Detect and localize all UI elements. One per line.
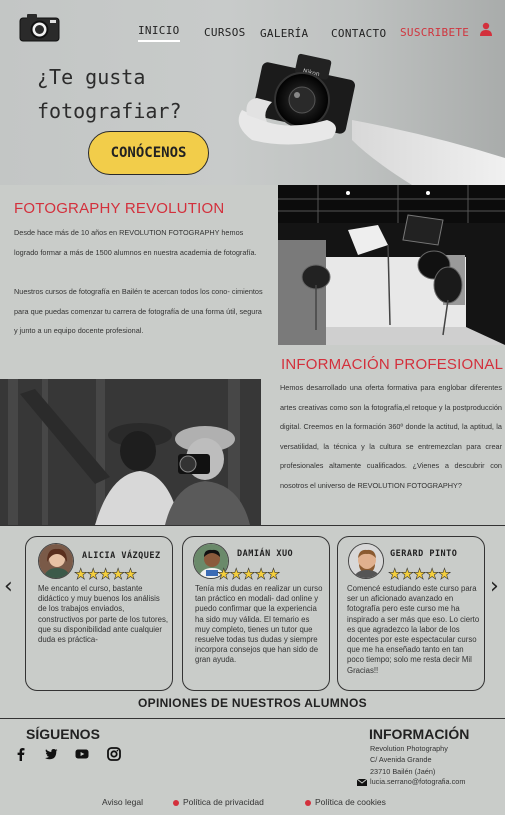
about-paragraph-1: Desde hace más de 10 años en REVOLUTION … (14, 228, 257, 257)
footer-link-privacidad[interactable]: Política de privacidad (173, 797, 264, 807)
star-rating: ★★★★★ (74, 565, 138, 584)
info-heading: INFORMACIÓN (369, 726, 470, 742)
bullet-icon (173, 799, 179, 806)
review-text: Tenía mis dudas en realizar un curso tan… (195, 584, 323, 665)
facebook-icon[interactable] (14, 747, 28, 761)
info-pro-title: INFORMACIÓN PROFESIONAL (281, 356, 504, 373)
photographers-forest-photo (0, 379, 261, 525)
hero-section: INICIO CURSOS GALERÍA CONTACTO SUSCRIBET… (0, 0, 505, 185)
reviewer-name: DAMIÁN XUO (237, 549, 294, 559)
about-title: FOTOGRAPHY REVOLUTION (14, 200, 225, 217)
studio-photo (278, 185, 505, 345)
conocenos-button[interactable]: CONÓCENOS (88, 131, 209, 175)
testimonial-card: ALICIA VÁZQUEZ ★★★★★ Me encanto el curso… (25, 536, 173, 691)
info-line: C/ Avenida Grande (370, 755, 432, 765)
user-icon[interactable] (479, 22, 493, 37)
camera-logo-icon[interactable] (19, 12, 60, 42)
bullet-icon (305, 799, 311, 806)
contact-info: Revolution Photography C/ Avenida Grande… (370, 743, 448, 777)
testimonial-card: DAMIÁN XUO ★★★★★ Tenía mis dudas en real… (182, 536, 330, 691)
nav-inicio[interactable]: INICIO (138, 24, 180, 42)
star-rating: ★★★★★ (388, 565, 452, 584)
reviewer-name: ALICIA VÁZQUEZ (82, 551, 161, 561)
footer-link-label: Política de cookies (315, 797, 386, 807)
info-pro-paragraph: Hemos desarrollado una oferta formativa … (280, 383, 502, 490)
review-text: Me encanto el curso, bastante didáctico … (38, 584, 169, 645)
avatar (348, 543, 384, 579)
email-link[interactable]: lucia.serrano@fotografia.com (370, 777, 465, 786)
info-line: 23710 Bailén (Jaén) (370, 766, 436, 776)
testimonials-heading: OPINIONES DE NUESTROS ALUMNOS (138, 696, 367, 710)
footer-link-cookies[interactable]: Política de cookies (305, 797, 386, 807)
hero-title: ¿Te gusta fotografiar? (37, 65, 182, 123)
carousel-prev-button[interactable]: ‹ (4, 574, 13, 599)
avatar (38, 543, 74, 579)
footer-link-aviso-legal[interactable]: Aviso legal (102, 797, 143, 807)
about-paragraph-2: Nuestros cursos de fotografía en Bailén … (14, 287, 263, 335)
nav-contacto[interactable]: CONTACTO (331, 27, 386, 40)
nav-galeria[interactable]: GALERÍA (260, 27, 308, 40)
reviewer-name: GERARD PINTO (390, 549, 458, 559)
instagram-icon[interactable] (107, 747, 121, 761)
twitter-icon[interactable] (44, 747, 58, 761)
review-text: Comencé estudiando este curso para ser u… (347, 584, 480, 675)
info-line: Revolution Photography (370, 744, 448, 753)
youtube-icon[interactable] (75, 747, 89, 761)
follow-heading: SÍGUENOS (26, 726, 100, 742)
footer-link-label: Política de privacidad (183, 797, 264, 807)
star-rating: ★★★★★ (217, 565, 281, 584)
nav-cursos[interactable]: CURSOS (204, 26, 246, 39)
nav-suscribete[interactable]: SUSCRIBETE (400, 26, 469, 39)
mail-icon (357, 779, 367, 786)
hand-camera-photo: Nikon (238, 53, 505, 185)
testimonial-card: GERARD PINTO ★★★★★ Comencé estudiando es… (337, 536, 485, 691)
carousel-next-button[interactable]: › (490, 574, 499, 599)
